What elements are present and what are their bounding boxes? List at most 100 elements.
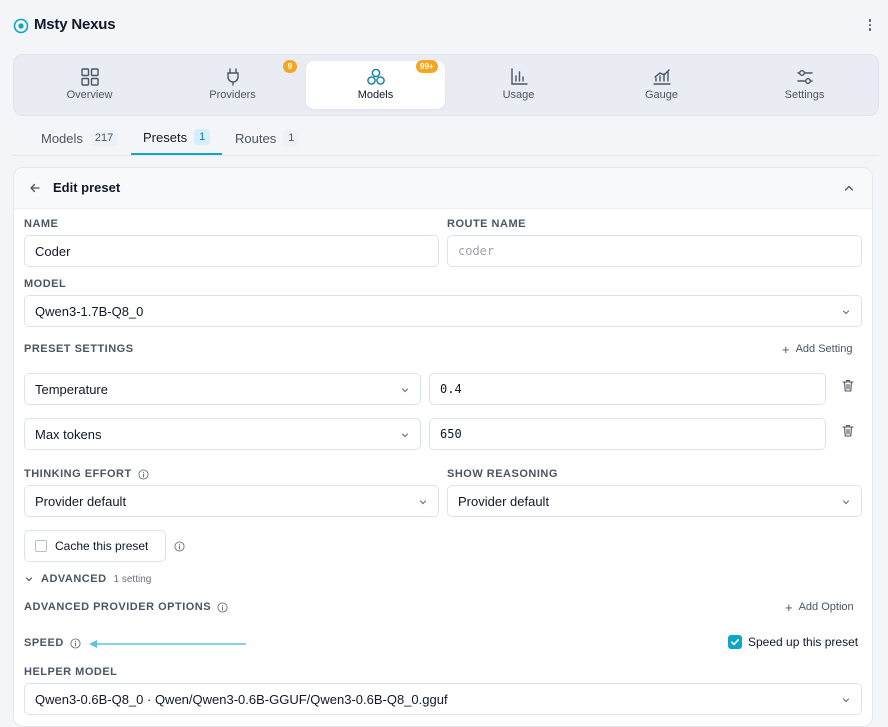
show-reasoning-select[interactable]: Provider default <box>447 485 862 517</box>
advanced-provider-options-text: ADVANCED PROVIDER OPTIONS <box>24 601 212 613</box>
main-nav: Overview Providers 9 Models 99+ Usage Ga… <box>13 54 879 116</box>
name-input[interactable]: Coder <box>24 235 439 267</box>
setting-name-select[interactable]: Max tokens <box>24 418 421 450</box>
app-header: Msty Nexus <box>0 0 888 52</box>
setting-value: 650 <box>440 427 462 441</box>
info-icon[interactable] <box>217 601 228 613</box>
cache-preset-label: Cache this preset <box>55 539 149 553</box>
models-icon <box>366 68 385 85</box>
info-icon[interactable] <box>138 468 149 480</box>
show-reasoning-label: SHOW REASONING <box>447 468 558 480</box>
bar-chart-icon <box>510 68 528 85</box>
nav-usage[interactable]: Usage <box>449 61 588 109</box>
line-chart-icon <box>652 69 671 85</box>
model-select[interactable]: Qwen3-1.7B-Q8_0 <box>24 295 862 327</box>
setting-name: Temperature <box>35 381 108 397</box>
speed-label: SPEED <box>24 637 81 649</box>
setting-name-select[interactable]: Temperature <box>24 373 421 405</box>
preset-settings-label: PRESET SETTINGS <box>24 343 134 355</box>
sub-tabs: Models 217 Presets 1 Routes 1 <box>13 121 879 156</box>
show-reasoning-value: Provider default <box>458 493 550 509</box>
chevron-down-icon <box>842 500 850 505</box>
name-label: NAME <box>24 218 59 230</box>
thinking-effort-label: THINKING EFFORT <box>24 468 149 480</box>
speed-text: SPEED <box>24 637 64 649</box>
cache-preset-checkbox[interactable]: Cache this preset <box>24 530 166 562</box>
trash-icon[interactable] <box>842 424 854 437</box>
more-menu-icon[interactable] <box>862 15 878 35</box>
thinking-effort-select[interactable]: Provider default <box>24 485 439 517</box>
chevron-down-icon <box>842 310 850 315</box>
route-name-input[interactable]: coder <box>447 235 862 267</box>
thinking-effort-value: Provider default <box>35 493 127 509</box>
card-title: Edit preset <box>53 180 121 195</box>
nav-overview[interactable]: Overview <box>20 61 159 109</box>
edit-preset-card: Edit preset NAME Coder ROUTE NAME coder … <box>13 167 873 727</box>
checkbox <box>35 540 47 552</box>
advanced-provider-options-label: ADVANCED PROVIDER OPTIONS <box>24 601 228 613</box>
nav-settings[interactable]: Settings <box>735 61 874 109</box>
nav-label: Overview <box>66 89 113 101</box>
tab-label: Routes <box>235 130 277 146</box>
check-icon <box>731 639 740 646</box>
nav-label: Gauge <box>644 89 679 101</box>
chevron-down-icon <box>401 433 409 438</box>
route-name-placeholder: coder <box>458 244 495 258</box>
advanced-count: 1 setting <box>113 573 152 585</box>
tab-label: Models <box>41 130 83 146</box>
trash-icon[interactable] <box>842 379 854 392</box>
back-arrow-icon[interactable] <box>28 181 42 195</box>
chevron-down-icon <box>25 577 33 582</box>
sliders-icon <box>796 70 813 84</box>
nav-label: Settings <box>784 89 825 101</box>
pointer-arrow-icon <box>89 640 246 648</box>
nav-gauge[interactable]: Gauge <box>592 61 731 109</box>
setting-value-input[interactable]: 650 <box>429 418 826 450</box>
tab-models[interactable]: Models 217 <box>29 121 130 155</box>
helper-model-value: Qwen3-0.6B-Q8_0 · Qwen/Qwen3-0.6B-GGUF/Q… <box>35 691 448 707</box>
chevron-down-icon <box>401 388 409 393</box>
tab-count: 1 <box>283 130 300 146</box>
nav-providers[interactable]: Providers 9 <box>163 60 302 109</box>
route-name-label: ROUTE NAME <box>447 218 526 230</box>
tab-count: 1 <box>194 129 211 145</box>
tab-routes[interactable]: Routes 1 <box>223 121 311 155</box>
grid-icon <box>80 68 99 86</box>
model-value: Qwen3-1.7B-Q8_0 <box>35 303 144 319</box>
speed-up-checkbox[interactable]: Speed up this preset <box>728 635 858 649</box>
setting-value: 0.4 <box>440 382 462 396</box>
setting-value-input[interactable]: 0.4 <box>429 373 826 405</box>
tab-count: 217 <box>89 130 119 146</box>
chevron-down-icon <box>842 698 850 703</box>
model-label: MODEL <box>24 278 67 290</box>
advanced-label: ADVANCED <box>41 573 107 585</box>
nav-label: Usage <box>502 89 535 101</box>
advanced-toggle[interactable]: ADVANCED 1 setting <box>24 573 151 585</box>
tab-label: Presets <box>143 129 188 145</box>
plus-icon: + <box>782 341 790 357</box>
chevron-down-icon <box>419 500 427 505</box>
add-setting-label: Add Setting <box>795 343 853 355</box>
app-title: Msty Nexus <box>34 16 116 33</box>
checkbox-checked <box>728 635 742 649</box>
speed-up-label: Speed up this preset <box>748 635 859 649</box>
plug-icon <box>226 68 239 86</box>
helper-model-select[interactable]: Qwen3-0.6B-Q8_0 · Qwen/Qwen3-0.6B-GGUF/Q… <box>24 683 862 715</box>
info-icon[interactable] <box>70 637 81 649</box>
nav-models[interactable]: Models 99+ <box>306 60 445 109</box>
thinking-effort-text: THINKING EFFORT <box>24 468 132 480</box>
nav-label: Models <box>357 89 394 101</box>
app-logo-icon <box>13 18 29 34</box>
models-badge: 99+ <box>416 60 438 73</box>
add-setting-button[interactable]: + Add Setting <box>782 341 853 357</box>
info-icon[interactable] <box>174 541 185 552</box>
add-option-label: Add Option <box>798 601 854 613</box>
add-option-button[interactable]: + Add Option <box>785 601 854 614</box>
setting-name: Max tokens <box>35 426 102 442</box>
chevron-up-icon[interactable] <box>842 181 856 195</box>
tab-presets[interactable]: Presets 1 <box>131 121 223 155</box>
card-header: Edit preset <box>14 168 872 209</box>
helper-model-label: HELPER MODEL <box>24 666 118 678</box>
name-value: Coder <box>35 243 71 259</box>
nav-label: Providers <box>209 89 256 101</box>
